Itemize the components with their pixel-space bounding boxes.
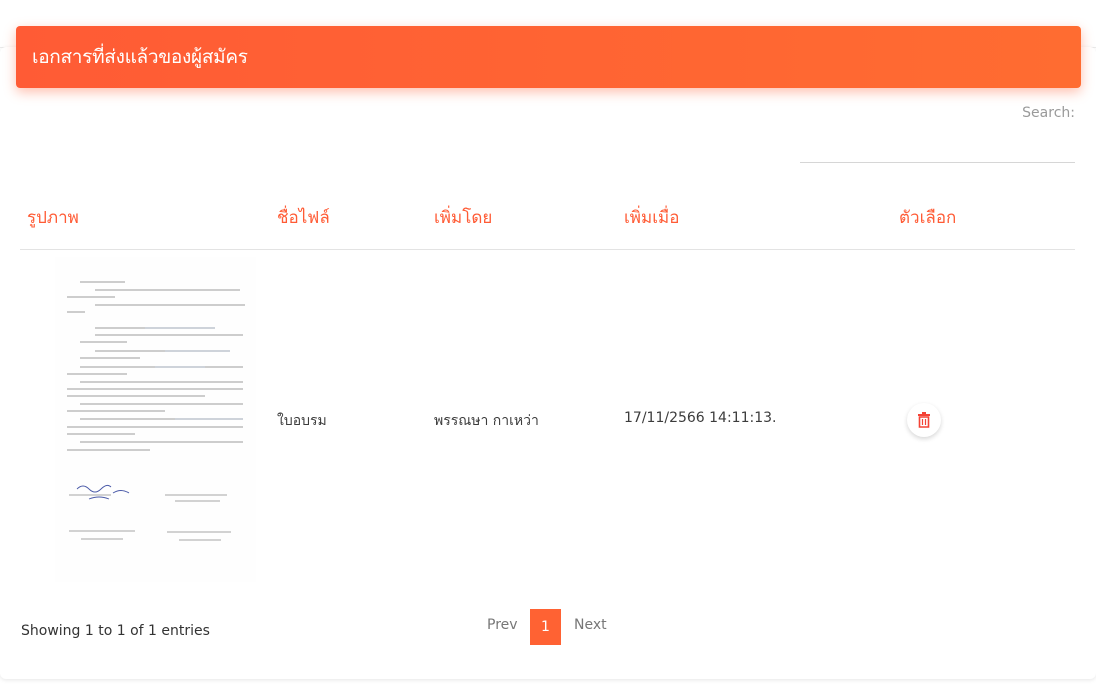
pagination-prev[interactable]: Prev xyxy=(487,617,518,633)
document-page-image xyxy=(55,257,256,582)
cell-added-by: พรรณษา กาเหว่า xyxy=(434,413,539,429)
column-header-filename[interactable]: ชื่อไฟล์ xyxy=(277,204,330,231)
cell-filename: ใบอบรม xyxy=(277,413,327,429)
card-title: เอกสารที่ส่งแล้วของผู้สมัคร xyxy=(32,46,248,68)
column-header-added-by[interactable]: เพิ่มโดย xyxy=(434,204,492,231)
search-label: Search: xyxy=(1022,105,1075,121)
column-header-added-at[interactable]: เพิ่มเมื่อ xyxy=(624,204,679,231)
table-info: Showing 1 to 1 of 1 entries xyxy=(21,623,210,639)
table-header-divider xyxy=(20,249,1075,250)
pagination-next[interactable]: Next xyxy=(574,617,607,633)
pagination-page-1[interactable]: 1 xyxy=(530,609,561,645)
search-input[interactable] xyxy=(800,125,1075,163)
column-header-image[interactable]: รูปภาพ xyxy=(27,204,79,231)
cell-added-at: 17/11/2566 14:11:13. xyxy=(624,410,777,426)
card-header: เอกสารที่ส่งแล้วของผู้สมัคร xyxy=(16,26,1081,88)
trash-icon xyxy=(918,412,930,428)
document-thumbnail[interactable] xyxy=(55,257,256,582)
column-header-options[interactable]: ตัวเลือก xyxy=(899,204,956,231)
delete-button[interactable] xyxy=(907,403,941,437)
